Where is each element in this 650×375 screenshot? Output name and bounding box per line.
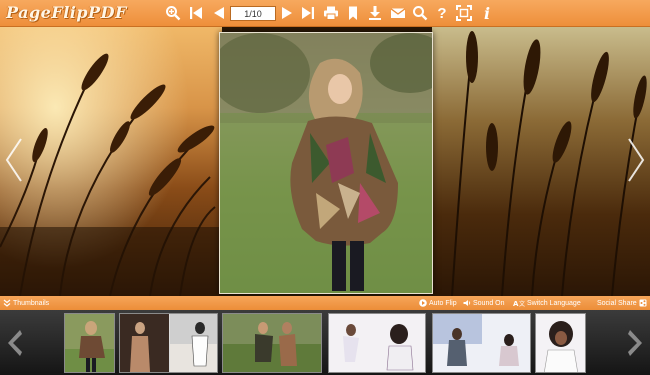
play-icon bbox=[419, 299, 427, 307]
book-page[interactable] bbox=[219, 32, 433, 294]
thumbnails-previous-icon[interactable] bbox=[2, 328, 26, 358]
search-button[interactable] bbox=[411, 4, 429, 22]
book-stage bbox=[0, 27, 650, 296]
thumbnail-page-2-3[interactable] bbox=[119, 313, 218, 373]
thumbnail-image bbox=[329, 314, 425, 372]
thumbnail-image bbox=[433, 314, 530, 372]
flip-previous-arrow-icon[interactable] bbox=[3, 135, 25, 185]
thumbnails-label: Thumbnails bbox=[13, 299, 50, 307]
search-icon bbox=[413, 6, 428, 21]
thumbnail-image bbox=[65, 314, 114, 372]
speaker-icon bbox=[463, 300, 471, 306]
print-icon bbox=[324, 6, 338, 20]
download-icon bbox=[369, 6, 381, 20]
switch-language-label: Switch Language bbox=[527, 299, 581, 307]
flipbook-viewer: PageFlipPDF ? bbox=[0, 0, 650, 375]
zoom-in-icon bbox=[166, 6, 181, 21]
info-icon: i bbox=[483, 3, 491, 23]
bookmark-button[interactable] bbox=[344, 4, 362, 22]
app-logo: PageFlipPDF bbox=[6, 3, 127, 22]
svg-text:文: 文 bbox=[519, 300, 525, 307]
zoom-in-button[interactable] bbox=[164, 4, 182, 22]
first-page-button[interactable] bbox=[187, 4, 205, 22]
bookmark-icon bbox=[349, 6, 357, 20]
thumbnail-image bbox=[223, 314, 321, 372]
last-page-button[interactable] bbox=[299, 4, 317, 22]
thumbnails-toggle[interactable]: Thumbnails bbox=[3, 298, 49, 308]
top-toolbar: PageFlipPDF ? bbox=[0, 0, 650, 27]
language-icon: A文 bbox=[513, 300, 525, 307]
page-photo bbox=[220, 33, 432, 293]
social-share-button[interactable]: Social Share bbox=[597, 298, 647, 308]
thumbnail-image bbox=[536, 314, 585, 372]
email-icon bbox=[390, 8, 406, 18]
thumbnail-page-10[interactable] bbox=[535, 313, 586, 373]
previous-page-button[interactable] bbox=[210, 4, 228, 22]
background-scene-left bbox=[0, 27, 222, 296]
flip-next-arrow-icon[interactable] bbox=[625, 135, 647, 185]
background-scene-right bbox=[432, 27, 650, 296]
thumbnail-strip bbox=[0, 310, 650, 375]
page-number-input[interactable] bbox=[230, 6, 276, 21]
next-page-icon bbox=[282, 7, 292, 19]
bottom-control-bar: Thumbnails Auto Flip Sound On A文 Switch … bbox=[0, 296, 650, 310]
email-button[interactable] bbox=[389, 4, 407, 22]
grass-silhouette-right bbox=[451, 31, 647, 296]
sound-label: Sound On bbox=[473, 299, 505, 307]
thumbnail-page-4-5[interactable] bbox=[222, 313, 322, 373]
sound-button[interactable]: Sound On bbox=[463, 298, 505, 308]
grass-silhouette-left bbox=[0, 27, 222, 296]
fullscreen-icon bbox=[456, 5, 472, 21]
thumbnail-image bbox=[120, 314, 217, 372]
last-page-icon bbox=[302, 7, 314, 19]
info-button[interactable]: i bbox=[478, 3, 496, 23]
double-chevron-down-icon bbox=[3, 299, 11, 307]
thumbnail-page-6-7[interactable] bbox=[328, 313, 426, 373]
auto-flip-label: Auto Flip bbox=[429, 299, 457, 307]
thumbnail-page-1[interactable] bbox=[64, 313, 115, 373]
social-share-label: Social Share bbox=[597, 299, 637, 307]
share-icon bbox=[639, 299, 647, 307]
thumbnails-next-icon[interactable] bbox=[624, 328, 648, 358]
help-button[interactable]: ? bbox=[433, 4, 451, 22]
first-page-icon bbox=[190, 7, 202, 19]
switch-language-button[interactable]: A文 Switch Language bbox=[513, 298, 581, 308]
previous-page-icon bbox=[214, 7, 224, 19]
fullscreen-button[interactable] bbox=[455, 4, 473, 22]
auto-flip-button[interactable]: Auto Flip bbox=[419, 298, 457, 308]
next-page-button[interactable] bbox=[278, 4, 296, 22]
print-button[interactable] bbox=[322, 4, 340, 22]
download-button[interactable] bbox=[366, 4, 384, 22]
thumbnail-page-8-9[interactable] bbox=[432, 313, 531, 373]
help-icon: ? bbox=[437, 4, 447, 22]
